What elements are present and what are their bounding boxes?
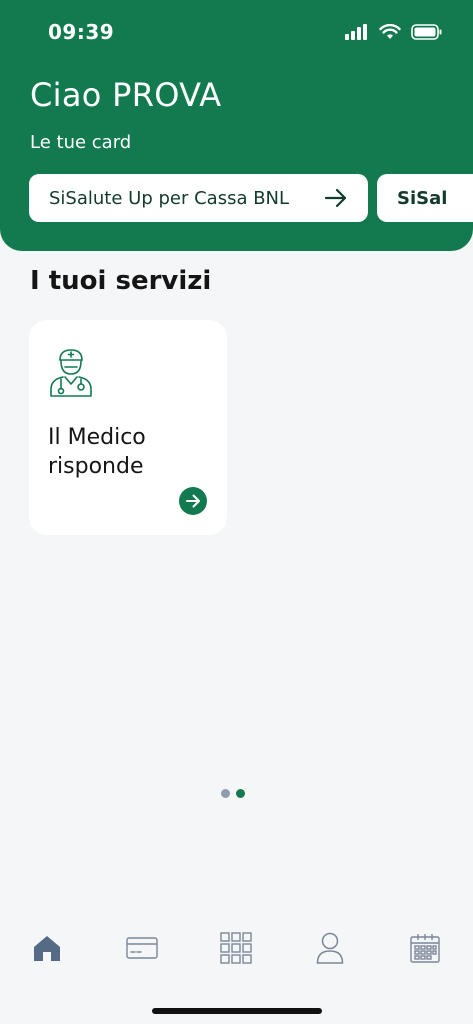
page-dot-inactive[interactable] [221,789,230,798]
services-title: I tuoi servizi [30,266,212,296]
cards-label: Le tue card [30,132,132,153]
tab-bar [0,920,473,980]
arrow-right-icon [324,188,347,208]
service-name: Il Medico risponde [48,423,218,481]
wifi-icon [379,24,401,39]
status-bar: 09:39 [0,0,473,60]
card-icon [126,937,158,959]
service-name-line2: risponde [48,454,144,479]
tab-calendar[interactable] [405,928,445,968]
signal-icon [345,24,367,40]
arrow-right-icon [186,494,200,508]
battery-icon [411,24,442,40]
home-indicator [152,1008,322,1014]
status-time: 09:39 [48,20,115,44]
service-name-line1: Il Medico [48,425,146,450]
status-icons [345,20,443,44]
page-dot-active[interactable] [236,789,245,798]
tab-profile[interactable] [310,928,350,968]
home-icon [34,936,60,961]
service-card-medico-risponde[interactable]: Il Medico risponde [29,320,227,535]
greeting-title: Ciao PROVA [30,76,222,114]
tab-cards[interactable] [122,928,162,968]
tab-services[interactable] [216,928,256,968]
card-chip-sisalute-up[interactable]: SiSalute Up per Cassa BNL [29,174,368,222]
card-chip-second[interactable]: SiSal [377,174,473,222]
card-chip-label: SiSal [397,187,448,209]
grid-icon [220,932,252,964]
service-open-button[interactable] [179,487,207,515]
profile-icon [316,932,344,964]
card-chip-label: SiSalute Up per Cassa BNL [49,187,290,209]
header: 09:39 Ciao PROVA Le tue card SiSalute Up… [0,0,473,251]
tab-home[interactable] [27,928,67,968]
page-indicator [221,789,245,798]
calendar-icon [410,934,440,963]
doctor-icon [50,349,92,397]
